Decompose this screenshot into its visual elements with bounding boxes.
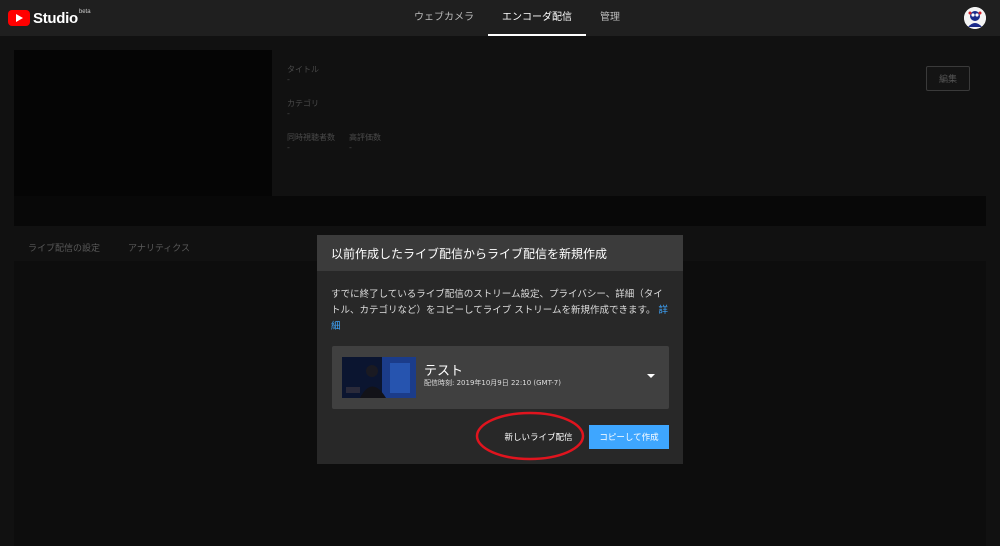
dialog-header: 以前作成したライブ配信からライブ配信を新規作成 [317,235,683,271]
tab-encoder-stream[interactable]: エンコーダ配信 [488,0,586,36]
stream-title: テスト [424,364,464,379]
avatar-icon [964,7,986,29]
title-label: タイトル [287,65,319,74]
description-text: すでに終了しているライブ配信のストリーム設定、プライバシー、詳細（タイトル、カテ… [331,289,663,316]
stream-select[interactable]: テスト 配信時刻: 2019年10月9日 22:10 (GMT-7) [332,346,669,409]
viewers-value: - [287,143,290,152]
stats-row: 同時視聴者数 - 高評価数 - [287,132,381,166]
dialog-description: すでに終了しているライブ配信のストリーム設定、プライバシー、詳細（タイトル、カテ… [331,287,671,335]
tab-stream-settings[interactable]: ライブ配信の設定 [14,241,114,254]
top-bar: Studio beta ウェブカメラ エンコーダ配信 管理 [0,0,1000,36]
studio-logo[interactable]: Studio beta [8,8,91,28]
stream-preview [14,50,272,196]
new-live-stream-button[interactable]: 新しいライブ配信 [493,425,584,449]
stream-info: タイトル - カテゴリ - 同時視聴者数 - 高評価数 - [287,64,381,166]
main-tabs: ウェブカメラ エンコーダ配信 管理 [400,0,634,36]
tab-analytics[interactable]: アナリティクス [114,241,204,254]
stream-thumbnail [342,357,416,398]
likes-value: - [349,143,352,152]
category-label: カテゴリ [287,99,319,108]
tab-webcam[interactable]: ウェブカメラ [400,0,488,36]
tab-manage[interactable]: 管理 [586,0,634,36]
account-avatar[interactable] [964,7,986,29]
copy-stream-dialog: 以前作成したライブ配信からライブ配信を新規作成 すでに終了しているライブ配信のス… [317,235,683,464]
viewers-label: 同時視聴者数 [287,133,335,142]
status-band [14,196,986,226]
dialog-title: 以前作成したライブ配信からライブ配信を新規作成 [331,246,608,261]
stream-datetime: 配信時刻: 2019年10月9日 22:10 (GMT-7) [424,379,561,387]
copy-and-create-button[interactable]: コピーして作成 [589,425,669,449]
title-value: - [287,75,290,84]
thumbnail-image [342,357,416,398]
edit-button[interactable]: 編集 [926,66,970,91]
category-value: - [287,109,290,118]
likes-label: 高評価数 [349,133,381,142]
youtube-play-icon [8,10,30,26]
logo-text: Studio [33,9,78,27]
caret-down-icon [647,374,655,378]
logo-beta-badge: beta [78,9,91,15]
